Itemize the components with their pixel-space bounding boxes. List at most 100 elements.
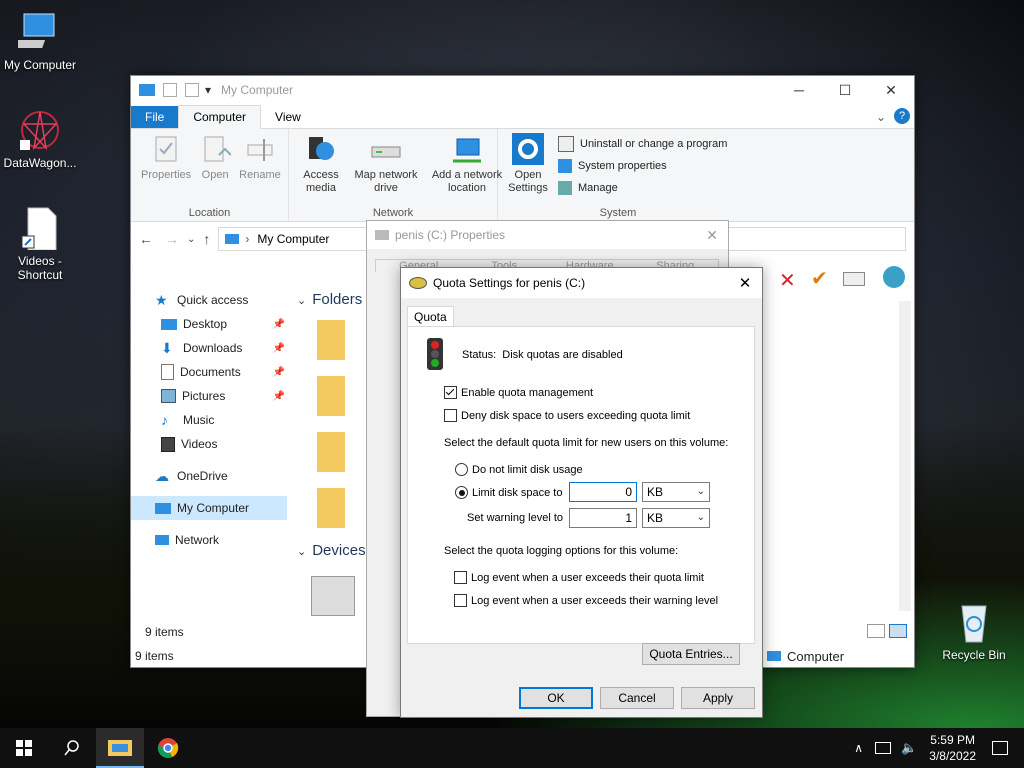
up-icon[interactable]: ↑ [203,231,210,247]
limit-value-input[interactable]: 0 [569,482,637,502]
warning-value-input[interactable]: 1 [569,508,637,528]
checkbox-unchecked[interactable] [454,571,467,584]
drive-icon[interactable] [311,576,355,616]
warning-unit-select[interactable]: KB ⌄ [642,508,710,528]
nav-item-videos[interactable]: Videos [131,432,291,456]
save-icon[interactable] [163,83,177,97]
section-folders-header[interactable]: ⌄ Folders [297,291,362,308]
log-quota-limit-checkbox[interactable]: Log event when a user exceeds their quot… [454,571,704,584]
nav-item-quick-access[interactable]: ★ Quick access [131,288,291,312]
tab-file[interactable]: File [131,106,179,128]
open-icon [204,136,232,162]
search-button[interactable] [48,728,96,768]
nav-item-network[interactable]: Network [131,528,291,552]
desktop-icon-my-computer[interactable]: My Computer [0,10,80,72]
section-devices-header[interactable]: ⌄ Devices [297,542,366,559]
checkmark-icon[interactable]: ✔ [811,266,828,291]
system-tray: ∧ 🔈 5:59 PM 3/8/2022 [854,728,1024,768]
close-button[interactable]: ✕ [728,268,762,298]
radio-unchecked[interactable] [455,463,468,476]
start-button[interactable] [0,728,48,768]
quota-entries-button[interactable]: Quota Entries... [642,643,740,665]
limit-disk-space-radio[interactable]: Limit disk space to [455,486,562,499]
nav-item-pictures[interactable]: Pictures 📌 [131,384,291,408]
windows-icon [16,740,32,756]
log-warning-level-checkbox[interactable]: Log event when a user exceeds their warn… [454,594,718,607]
enable-quota-checkbox[interactable]: Enable quota management [444,386,593,399]
qat-dropdown-icon[interactable]: ▾ [205,83,211,97]
volume-icon[interactable]: 🔈 [901,740,917,756]
large-icons-view-icon[interactable] [889,624,907,638]
desktop-icon-label: Recycle Bin [942,648,1006,662]
vertical-scrollbar[interactable] [899,301,911,611]
folder-icon [108,740,132,756]
limit-unit-select[interactable]: KB ⌄ [642,482,710,502]
checkbox-checked[interactable] [444,386,457,399]
nav-item-my-computer[interactable]: My Computer [131,496,287,520]
delete-icon[interactable]: ✕ [779,268,796,293]
pin-icon[interactable]: 📌 [273,367,285,378]
ok-button[interactable]: OK [519,687,593,709]
desktop-icon-recycle-bin[interactable]: Recycle Bin [934,600,1014,662]
tab-computer[interactable]: Computer [178,105,262,129]
clock[interactable]: 5:59 PM 3/8/2022 [929,732,976,764]
ribbon-group-network: Access media Map network drive Add a net… [289,129,502,221]
network-icon[interactable] [875,742,892,754]
rename-icon [247,139,273,161]
checkbox-unchecked[interactable] [454,594,467,607]
folder-icon[interactable] [317,488,345,528]
folder-icon[interactable] [317,320,345,360]
back-icon[interactable]: ← [139,231,153,247]
details-view-icon[interactable] [867,624,885,638]
ribbon-tabs: File Computer View ⌄ ? [131,104,914,129]
folder-icon[interactable] [317,432,345,472]
new-folder-icon[interactable] [185,83,199,97]
checkbox-unchecked[interactable] [444,409,457,422]
breadcrumb: My Computer [257,232,330,246]
desktop-icon-label: Videos - Shortcut [17,254,63,282]
nav-item-desktop[interactable]: Desktop 📌 [131,312,291,336]
minimize-button[interactable]: ─ [776,76,822,104]
ribbon-collapse-icon[interactable]: ⌄ [876,110,886,124]
nav-item-downloads[interactable]: ⬇ Downloads 📌 [131,336,291,360]
chevron-down-icon: ⌄ [696,512,705,523]
status-label: Status: [462,349,497,361]
maximize-button[interactable]: ☐ [822,76,868,104]
taskbar-chrome[interactable] [144,728,192,768]
item-count-label: 9 items [145,625,184,639]
apply-button[interactable]: Apply [681,687,755,709]
close-button[interactable]: ✕ [706,227,718,244]
breadcrumb-chevron-icon: › [245,232,250,246]
no-limit-radio[interactable]: Do not limit disk usage [455,463,583,476]
network-drive-icon [371,146,401,158]
taskbar-file-explorer[interactable] [96,728,144,768]
manage-button[interactable]: Manage [558,177,727,199]
nav-item-music[interactable]: ♪ Music [131,408,291,432]
system-properties-button[interactable]: System properties [558,155,727,177]
desktop-icon-videos-shortcut[interactable]: Videos - Shortcut [0,206,80,282]
globe-icon[interactable] [883,266,905,288]
tab-view[interactable]: View [261,106,315,128]
radio-checked[interactable] [455,486,468,499]
properties-title-bar: penis (C:) Properties ✕ [367,221,728,249]
pin-icon[interactable]: 📌 [273,391,285,402]
close-button[interactable]: ✕ [868,76,914,104]
nav-item-onedrive[interactable]: ☁ OneDrive [131,464,291,488]
nav-item-documents[interactable]: Documents 📌 [131,360,291,384]
folder-icon[interactable] [317,376,345,416]
uninstall-program-button[interactable]: Uninstall or change a program [558,133,727,155]
chevron-up-icon[interactable]: ∧ [854,741,863,755]
tab-quota[interactable]: Quota [407,306,454,327]
pin-icon[interactable]: 📌 [273,319,285,330]
deny-space-checkbox[interactable]: Deny disk space to users exceeding quota… [444,409,690,422]
notifications-icon[interactable] [992,741,1008,755]
ribbon: Properties Open Rename Location Access m… [131,129,914,222]
forward-icon[interactable]: → [165,231,179,247]
keyboard-icon[interactable] [843,272,865,286]
recent-dropdown-icon[interactable]: ⌄ [187,234,195,245]
gear-icon [512,133,544,165]
cancel-button[interactable]: Cancel [600,687,674,709]
desktop-icon-datawagon[interactable]: DataWagon... [0,108,80,170]
help-icon[interactable]: ? [894,108,910,124]
pin-icon[interactable]: 📌 [273,343,285,354]
